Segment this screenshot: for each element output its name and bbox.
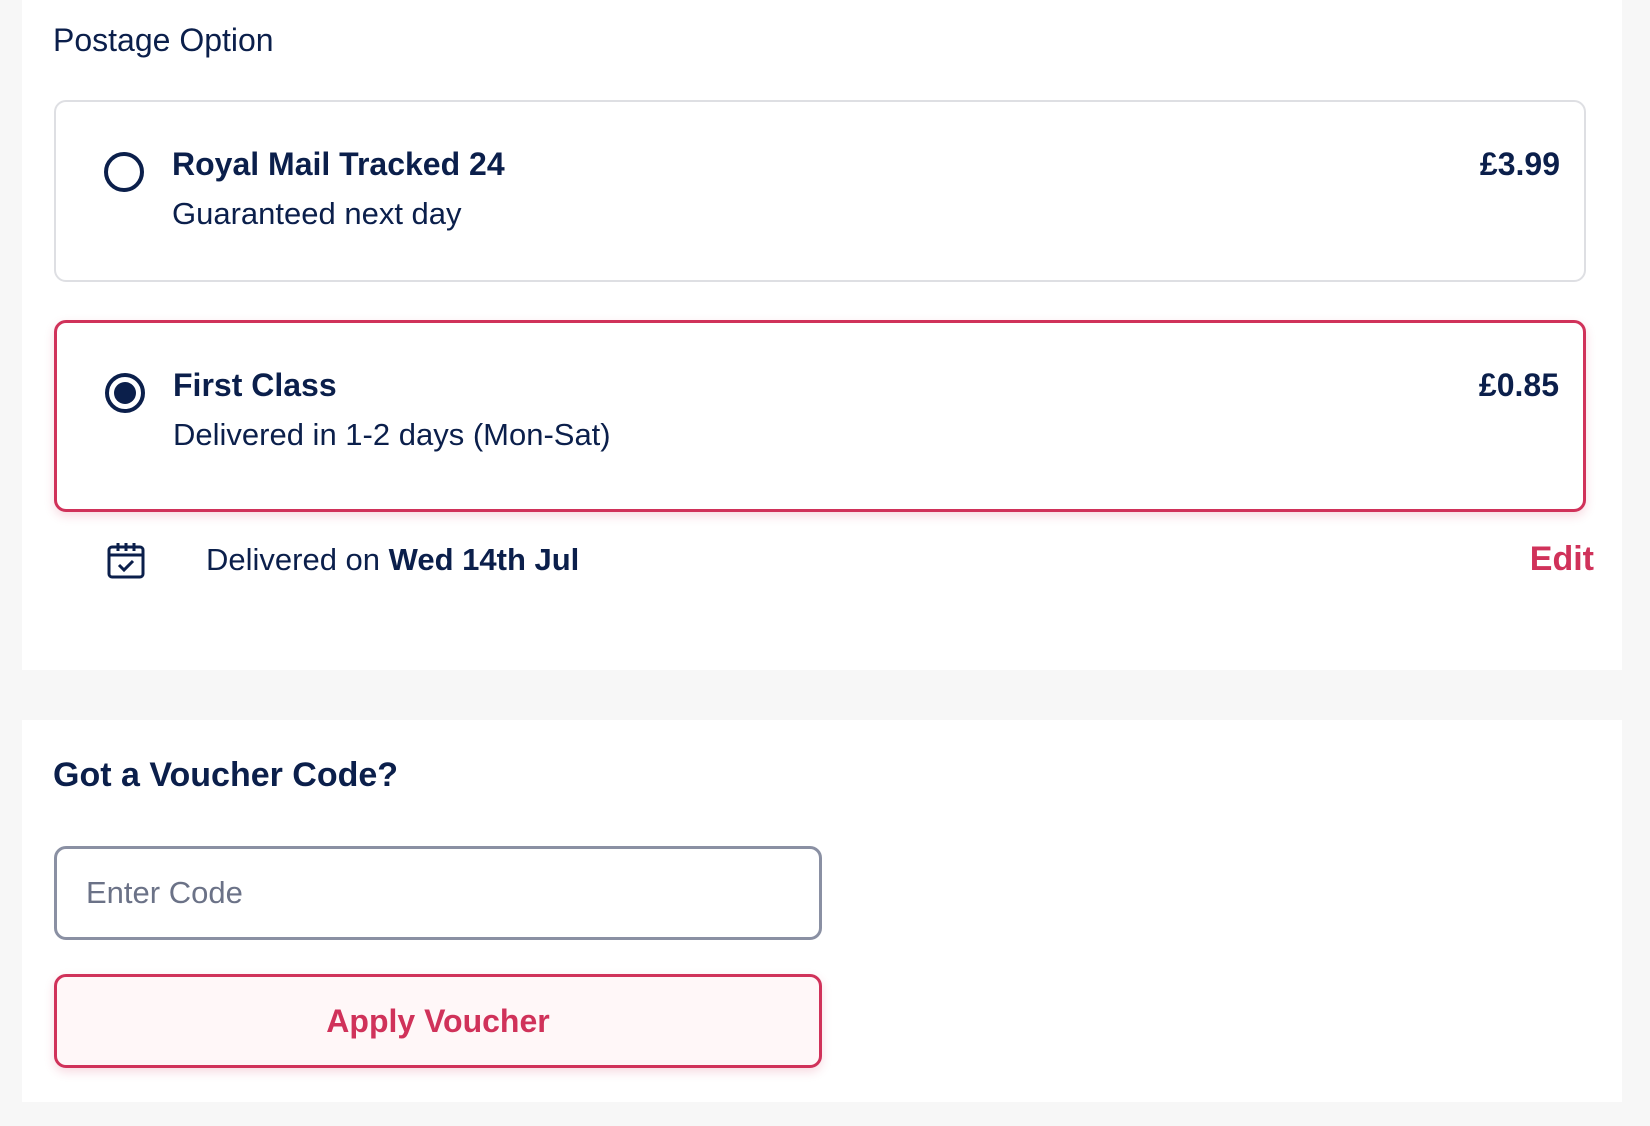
- option-price: £3.99: [1479, 146, 1560, 182]
- radio-selected-icon[interactable]: [105, 373, 145, 413]
- apply-voucher-button[interactable]: Apply Voucher: [54, 974, 822, 1068]
- postage-option-first-class[interactable]: First Class Delivered in 1-2 days (Mon-S…: [54, 320, 1586, 512]
- radio-unselected-icon[interactable]: [104, 152, 144, 192]
- postage-panel: Postage Option Royal Mail Tracked 24 Gua…: [22, 0, 1622, 670]
- postage-option-royal-mail-tracked-24[interactable]: Royal Mail Tracked 24 Guaranteed next da…: [54, 100, 1586, 282]
- delivery-date: Wed 14th Jul: [388, 542, 580, 577]
- postage-section-label: Postage Option: [53, 22, 274, 58]
- delivery-prefix: Delivered on: [206, 542, 389, 577]
- calendar-check-icon: [107, 543, 145, 579]
- voucher-title: Got a Voucher Code?: [53, 756, 399, 794]
- voucher-panel: Got a Voucher Code? Apply Voucher: [22, 720, 1622, 1102]
- voucher-code-input[interactable]: [54, 846, 822, 940]
- option-description: Delivered in 1-2 days (Mon-Sat): [173, 417, 611, 452]
- option-description: Guaranteed next day: [172, 196, 462, 231]
- radio-dot: [114, 382, 136, 404]
- edit-delivery-link[interactable]: Edit: [1530, 540, 1594, 579]
- option-price: £0.85: [1478, 367, 1559, 403]
- option-title: First Class: [173, 367, 337, 403]
- delivery-text: Delivered on Wed 14th Jul: [206, 542, 579, 578]
- delivery-date-row: Delivered on Wed 14th Jul Edit: [54, 530, 1594, 590]
- option-title: Royal Mail Tracked 24: [172, 146, 505, 182]
